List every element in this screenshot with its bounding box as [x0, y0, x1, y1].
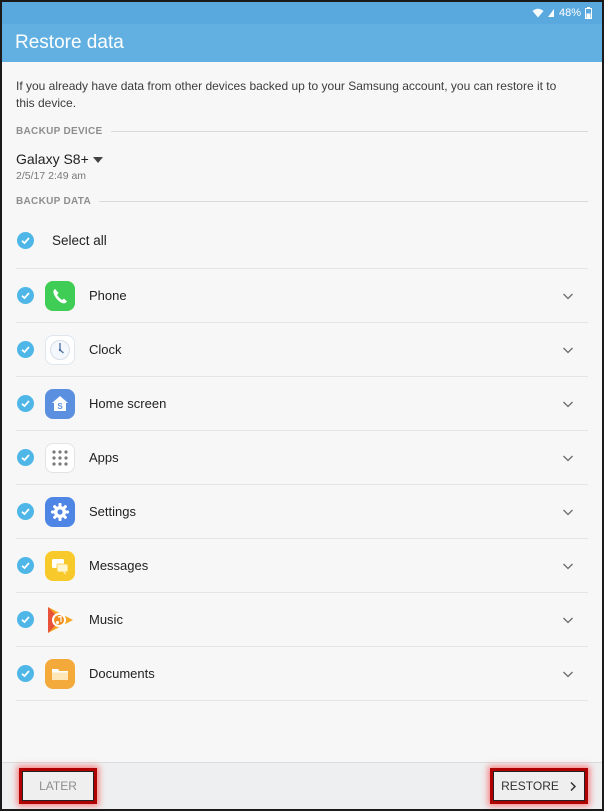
item-checkbox[interactable]: [17, 449, 34, 466]
backup-device-selector[interactable]: Galaxy S8+ 2/5/17 2:49 am: [16, 151, 103, 182]
item-label: Documents: [89, 666, 155, 681]
item-label: Apps: [89, 450, 119, 465]
select-all-row[interactable]: Select all: [16, 213, 588, 269]
device-name: Galaxy S8+: [16, 151, 89, 167]
wifi-icon: [532, 8, 544, 18]
list-item-settings[interactable]: Settings: [16, 485, 588, 539]
bottom-action-bar: LATER RESTORE: [2, 762, 602, 809]
list-item-clock[interactable]: Clock: [16, 323, 588, 377]
item-checkbox[interactable]: [17, 287, 34, 304]
list-item-messages[interactable]: Messages: [16, 539, 588, 593]
description-text: If you already have data from other devi…: [16, 79, 557, 110]
item-label: Settings: [89, 504, 136, 519]
signal-icon: [547, 9, 554, 17]
later-button[interactable]: LATER: [19, 768, 97, 804]
item-label: Home screen: [89, 396, 167, 411]
checkmark-icon: [21, 400, 30, 408]
music-icon: [45, 605, 75, 635]
chevron-down-icon[interactable]: [562, 290, 574, 302]
restore-label: RESTORE: [501, 779, 559, 793]
chevron-down-icon[interactable]: [562, 560, 574, 572]
checkmark-icon: [21, 508, 30, 516]
chevron-down-icon[interactable]: [562, 668, 574, 680]
chevron-down-icon[interactable]: [562, 344, 574, 356]
clock-icon: [45, 334, 75, 365]
checkmark-icon: [21, 616, 30, 624]
item-checkbox[interactable]: [17, 557, 34, 574]
checkmark-icon: [21, 454, 30, 462]
backup-data-list: Select all Phone Clock S Home screen App…: [16, 213, 588, 701]
list-item-documents[interactable]: Documents: [16, 647, 588, 701]
checkmark-icon: [21, 237, 30, 245]
item-checkbox[interactable]: [17, 395, 34, 412]
checkmark-icon: [21, 670, 30, 678]
apps-grid-icon: [45, 442, 75, 473]
settings-gear-icon: [45, 496, 75, 527]
item-label: Clock: [89, 342, 122, 357]
list-item-home-screen[interactable]: S Home screen: [16, 377, 588, 431]
battery-level: 48%: [558, 7, 581, 19]
chevron-right-icon: [570, 781, 576, 791]
item-checkbox[interactable]: [17, 611, 34, 628]
phone-icon: [45, 280, 75, 311]
item-label: Phone: [89, 288, 127, 303]
item-checkbox[interactable]: [17, 341, 34, 358]
list-item-apps[interactable]: Apps: [16, 431, 588, 485]
checkmark-icon: [21, 562, 30, 570]
later-label: LATER: [39, 779, 77, 793]
item-checkbox[interactable]: [17, 665, 34, 682]
chevron-down-icon[interactable]: [562, 398, 574, 410]
backup-data-header: BACKUP DATA: [16, 196, 588, 207]
checkmark-icon: [21, 346, 30, 354]
divider: [110, 131, 588, 132]
item-label: Music: [89, 612, 123, 627]
select-all-label: Select all: [52, 233, 107, 248]
documents-folder-icon: [45, 658, 75, 689]
screen-frame: 48% Restore data If you already have dat…: [0, 0, 604, 811]
battery-icon: [585, 7, 592, 19]
home-screen-icon: S: [45, 388, 75, 419]
main-content: If you already have data from other devi…: [2, 78, 602, 701]
chevron-down-icon[interactable]: [562, 506, 574, 518]
page-title: Restore data: [15, 32, 124, 53]
select-all-checkbox[interactable]: [17, 232, 34, 249]
messages-icon: [45, 550, 75, 581]
chevron-down-icon[interactable]: [562, 614, 574, 626]
restore-button[interactable]: RESTORE: [490, 768, 588, 804]
app-bar: Restore data: [2, 24, 602, 62]
item-checkbox[interactable]: [17, 503, 34, 520]
backup-device-label: BACKUP DEVICE: [16, 126, 103, 137]
backup-data-label: BACKUP DATA: [16, 196, 91, 207]
dropdown-caret-icon: [92, 156, 103, 163]
status-bar: 48%: [2, 2, 602, 24]
list-item-phone[interactable]: Phone: [16, 269, 588, 323]
list-item-music[interactable]: Music: [16, 593, 588, 647]
backup-date: 2/5/17 2:49 am: [16, 170, 87, 182]
item-label: Messages: [89, 558, 149, 573]
chevron-down-icon[interactable]: [562, 452, 574, 464]
backup-device-header: BACKUP DEVICE: [16, 126, 588, 137]
divider: [98, 201, 588, 202]
svg-text:S: S: [57, 402, 63, 411]
checkmark-icon: [21, 292, 30, 300]
